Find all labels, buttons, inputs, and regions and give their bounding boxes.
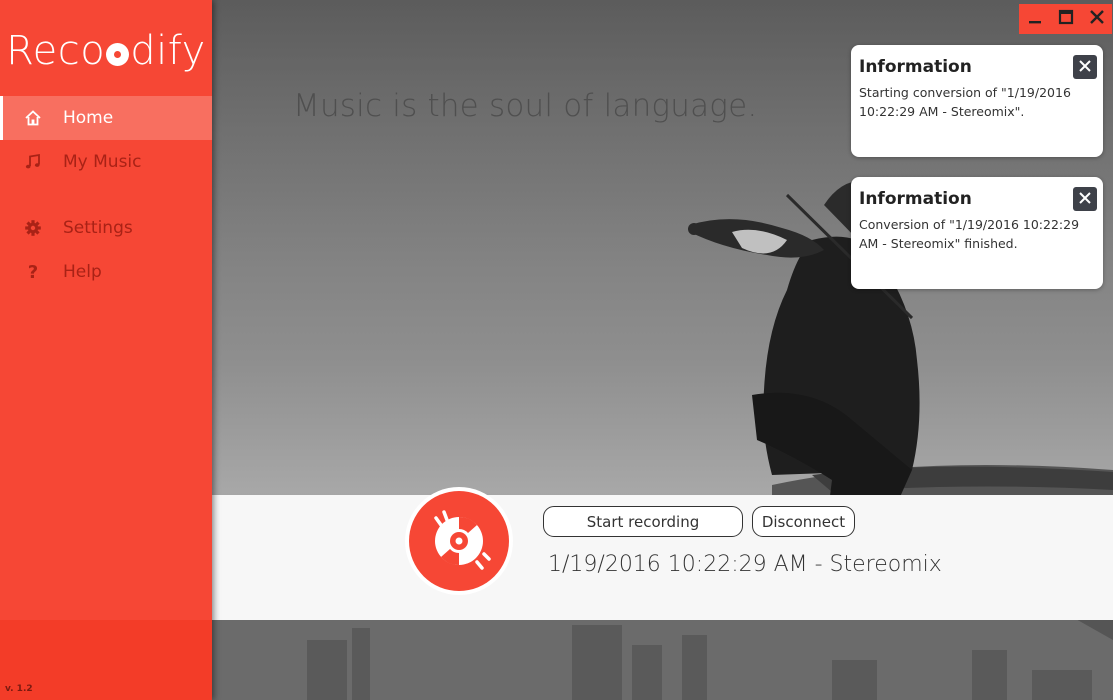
maximize-button[interactable] bbox=[1050, 4, 1081, 34]
notification-message: Conversion of "1/19/2016 10:22:29 AM - S… bbox=[859, 217, 1080, 251]
gear-icon bbox=[22, 217, 44, 239]
close-icon bbox=[1078, 190, 1092, 209]
sidebar-item-label: Settings bbox=[63, 218, 133, 238]
notification-toast: Information Starting conversion of "1/19… bbox=[851, 45, 1103, 157]
notification-title: Information bbox=[859, 57, 972, 77]
close-button[interactable] bbox=[1081, 4, 1112, 34]
minimize-icon bbox=[1027, 9, 1043, 29]
record-disc-icon bbox=[409, 491, 509, 591]
tagline-quote: Music is the soul of language. bbox=[293, 88, 758, 124]
sidebar-item-label: Help bbox=[63, 262, 102, 282]
start-recording-button[interactable]: Start recording bbox=[543, 506, 743, 537]
sidebar-item-label: My Music bbox=[63, 152, 142, 172]
sidebar-item-settings[interactable]: Settings bbox=[0, 206, 212, 250]
minimize-button[interactable] bbox=[1019, 4, 1050, 34]
sidebar-footer: v. 1.2 bbox=[0, 620, 212, 700]
notification-close-button[interactable] bbox=[1073, 187, 1097, 211]
sidebar-item-label: Home bbox=[63, 108, 114, 128]
sidebar-nav: Home My Music Settings ? Help bbox=[0, 96, 212, 294]
notification-toast: Information Conversion of "1/19/2016 10:… bbox=[851, 177, 1103, 289]
sidebar-item-my-music[interactable]: My Music bbox=[0, 140, 212, 184]
record-disc-button[interactable] bbox=[405, 487, 513, 595]
home-icon bbox=[22, 107, 44, 129]
sidebar: Reco dify Home My Music Settings ? Help v… bbox=[0, 0, 212, 700]
sidebar-item-home[interactable]: Home bbox=[0, 96, 212, 140]
close-icon bbox=[1078, 58, 1092, 77]
music-note-icon bbox=[22, 151, 44, 173]
logo-disc-icon bbox=[106, 43, 130, 66]
notification-title: Information bbox=[859, 189, 972, 209]
version-label: v. 1.2 bbox=[5, 684, 33, 694]
current-recording-label: 1/19/2016 10:22:29 AM - Stereomix bbox=[548, 552, 942, 577]
app-logo: Reco dify bbox=[6, 28, 206, 74]
notification-close-button[interactable] bbox=[1073, 55, 1097, 79]
notification-message: Starting conversion of "1/19/2016 10:22:… bbox=[859, 85, 1071, 119]
maximize-icon bbox=[1058, 9, 1074, 29]
close-icon bbox=[1089, 9, 1105, 29]
sidebar-item-help[interactable]: ? Help bbox=[0, 250, 212, 294]
question-icon: ? bbox=[27, 261, 39, 283]
disconnect-button[interactable]: Disconnect bbox=[752, 506, 855, 537]
window-controls bbox=[1019, 4, 1112, 34]
